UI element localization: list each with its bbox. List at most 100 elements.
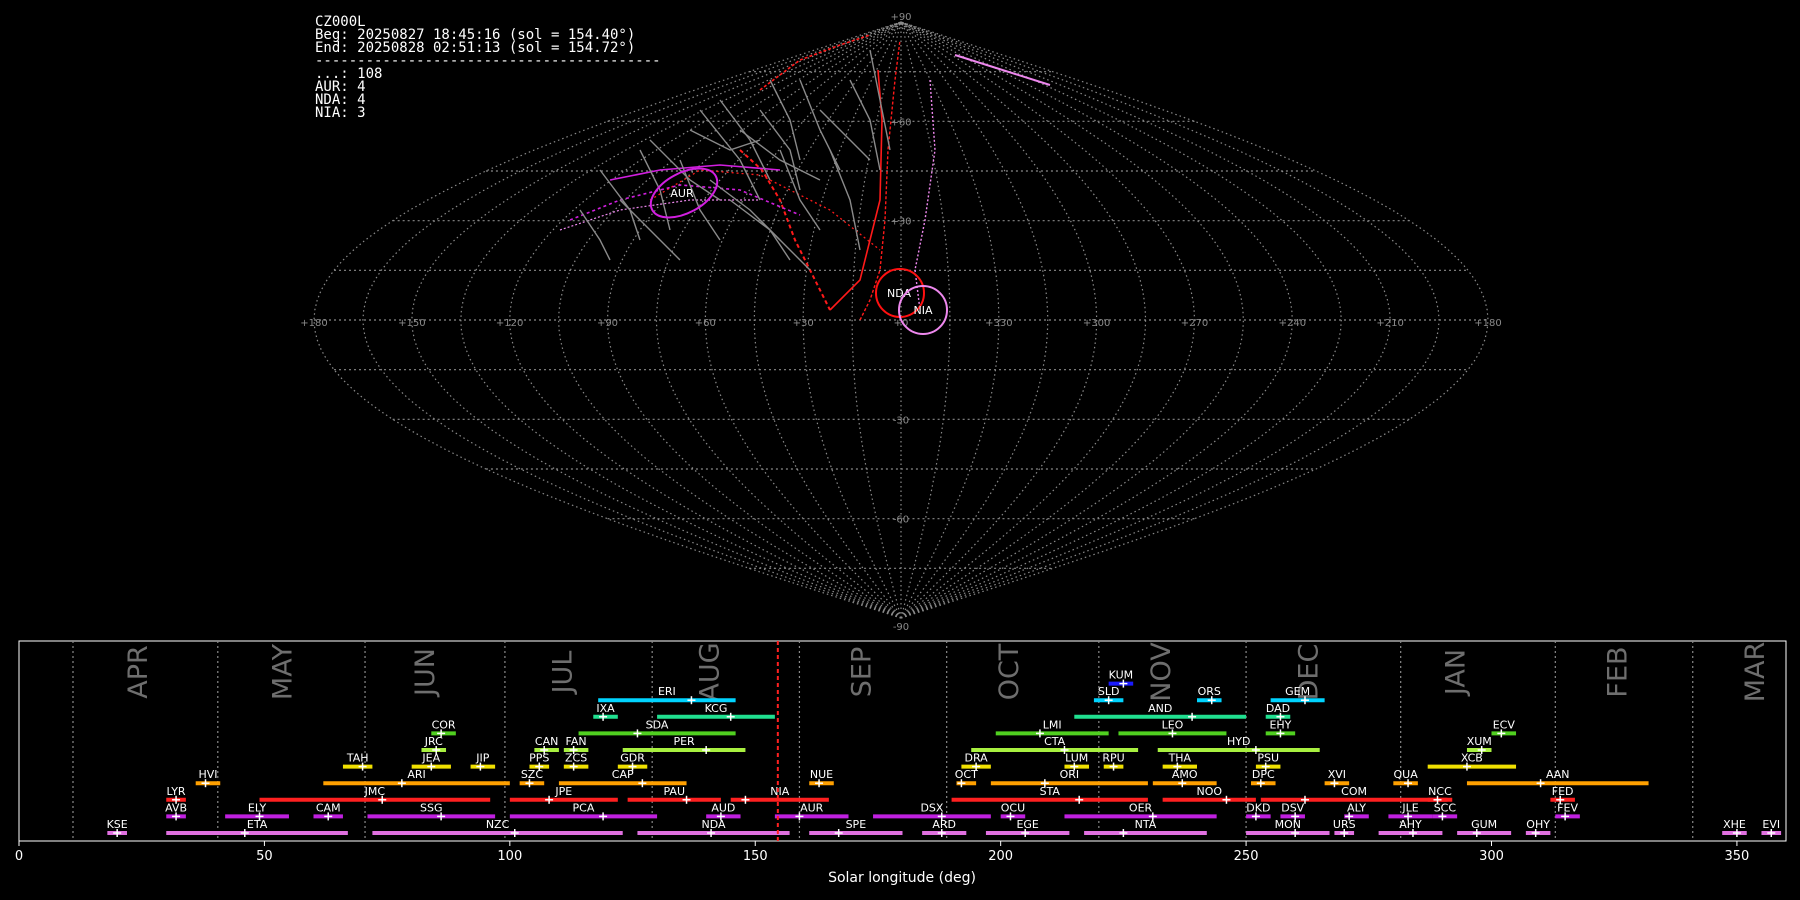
shower-psu: PSU <box>1255 752 1281 771</box>
shower-code: FEV <box>1557 801 1578 814</box>
shower-code: SZC <box>521 768 544 781</box>
shower-code: FAN <box>566 735 587 748</box>
shower-code: NIA <box>770 785 789 798</box>
shower-amo: AMO <box>1152 768 1217 788</box>
shower-dsv: DSV <box>1280 801 1305 821</box>
shower-ncc: NCC <box>1427 785 1453 804</box>
month-dividers <box>72 641 1694 841</box>
meteor-trail <box>579 209 611 261</box>
shower-gdr: GDR <box>617 752 648 771</box>
shower-oct: OCT <box>955 768 978 788</box>
shower-kse: KSE <box>107 818 128 837</box>
shower-fed: FED <box>1550 785 1575 804</box>
shower-code: NCC <box>1428 785 1452 798</box>
shower-pca: PCA <box>509 801 658 821</box>
shower-cap: CAP <box>558 768 687 788</box>
month-label: JUL <box>547 651 578 696</box>
shower-code: GUM <box>1471 818 1497 831</box>
month-label: MAR <box>1740 642 1771 703</box>
shower-avb: AVB <box>165 801 187 821</box>
shower-ard: ARD <box>922 818 967 837</box>
longitude-label: +150 <box>398 318 425 329</box>
shower-xcb: XCB <box>1427 752 1517 771</box>
shower-code: PAU <box>664 785 686 798</box>
month-label: NOV <box>1146 642 1177 702</box>
meteor-trail <box>799 79 841 171</box>
shower-code: AND <box>1148 702 1172 715</box>
shower-jle: JLE <box>1388 801 1433 821</box>
shower-code: AUD <box>711 801 735 814</box>
x-axis-ticks: 0 50 100 150 200 250 300 350 <box>15 841 1749 864</box>
shower-code: NZC <box>486 818 510 831</box>
shower-lmi: LMI <box>995 718 1109 738</box>
shower-code: XUM <box>1467 735 1492 748</box>
shower-code: GEM <box>1285 685 1310 698</box>
shower-code: SPE <box>846 818 867 831</box>
shower-ahy: AHY <box>1378 818 1443 837</box>
shower-code: LMI <box>1043 718 1062 731</box>
shower-code: NTA <box>1135 818 1157 831</box>
shower-spe: SPE <box>809 818 903 837</box>
shower-cta: CTA <box>971 735 1139 754</box>
shower-code: ETA <box>247 818 268 831</box>
shower-code: ARI <box>407 768 425 781</box>
shower-code: ELY <box>248 801 267 814</box>
shower-code: JLE <box>1401 801 1418 814</box>
shower-szc: SZC <box>519 768 545 788</box>
shower-per: PER <box>622 735 746 754</box>
shower-nue: NUE <box>809 768 834 788</box>
shower-xum: XUM <box>1467 735 1492 754</box>
shower-cor: COR <box>431 718 456 738</box>
shower-jrc: JRC <box>421 735 447 754</box>
shower-code: LYR <box>167 785 186 798</box>
x-tick-label: 300 <box>1479 849 1504 864</box>
shower-code: SLD <box>1098 685 1120 698</box>
shower-code: CAN <box>535 735 558 748</box>
meteor-trail <box>954 54 1051 86</box>
shower-code: ARD <box>932 818 956 831</box>
shower-code: CTA <box>1044 735 1066 748</box>
shower-mon: MON <box>1246 818 1330 837</box>
month-label: DEC <box>1293 644 1324 701</box>
shower-sta: STA <box>951 785 1148 804</box>
shower-code: CAM <box>316 801 341 814</box>
latitude-label: -90 <box>893 622 909 633</box>
shower-code: OCU <box>1001 801 1025 814</box>
x-tick-label: 250 <box>1234 849 1259 864</box>
shower-code: ORI <box>1060 768 1080 781</box>
month-labels: APR MAY JUN JUL AUG SEP OCT NOV DEC JAN FEB MAR <box>123 642 1771 703</box>
shower-code: URS <box>1333 818 1356 831</box>
shower-ori: ORI <box>990 768 1148 788</box>
shower-code: OER <box>1129 801 1153 814</box>
longitude-label: +210 <box>1376 318 1403 329</box>
shower-code: THA <box>1168 752 1192 765</box>
x-axis-label: Solar longitude (deg) <box>828 870 976 886</box>
longitude-label: +60 <box>695 318 716 329</box>
shower-pps: PPS <box>529 752 549 771</box>
shower-ixa: IXA <box>593 702 618 721</box>
shower-code: JMC <box>364 785 386 798</box>
shower-code: DAD <box>1266 702 1290 715</box>
shower-ege: EGE <box>985 818 1070 837</box>
shower-code: HVI <box>198 768 217 781</box>
shower-ssg: SSG <box>367 801 496 821</box>
shower-jea: JEA <box>411 752 451 771</box>
shower-code: DSX <box>920 801 943 814</box>
shower-code: AHY <box>1399 818 1422 831</box>
shower-dpc: DPC <box>1250 768 1276 788</box>
shower-cam: CAM <box>313 801 343 821</box>
latitude-label: +30 <box>890 217 911 228</box>
map-grid-labels: +180 +150 +120 +90 +60 +30 +0 +330 +300 +270 +240 +… <box>300 12 1501 633</box>
shower-code: DRA <box>965 752 989 765</box>
shower-hyd: HYD <box>1157 735 1320 754</box>
meteor-trail <box>609 164 781 181</box>
shower-code: ORS <box>1198 685 1221 698</box>
shower-code: OHY <box>1526 818 1550 831</box>
longitude-label: +180 <box>1474 318 1501 329</box>
shower-ocu: OCU <box>1000 801 1026 821</box>
month-label: AUG <box>695 642 726 701</box>
shower-ehy: EHY <box>1265 718 1296 738</box>
shower-code: SSG <box>420 801 443 814</box>
shower-code: XVI <box>1328 768 1346 781</box>
shower-pau: PAU <box>627 785 721 804</box>
